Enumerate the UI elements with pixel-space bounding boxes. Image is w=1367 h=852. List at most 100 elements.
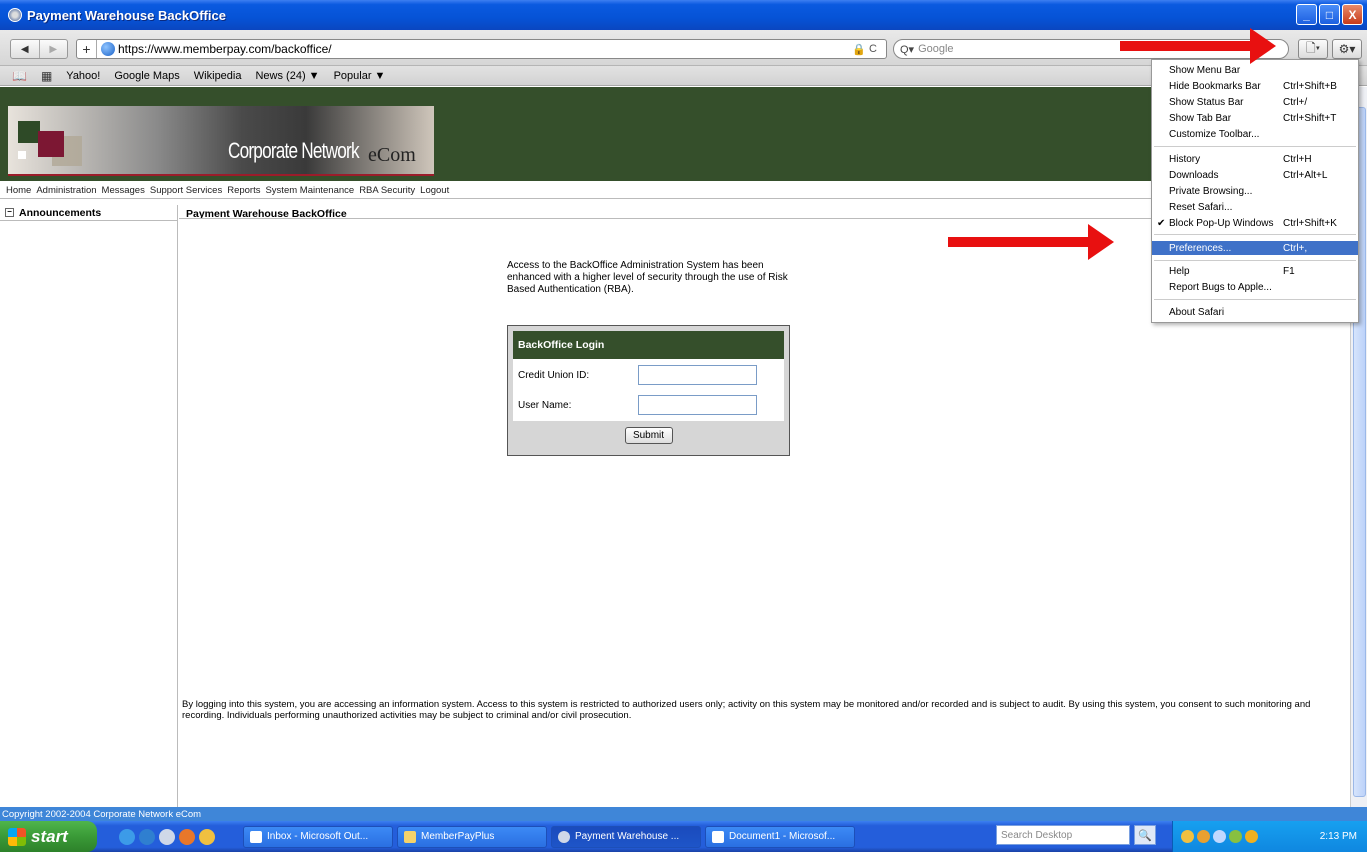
menu-show-status-bar[interactable]: Show Status Bar Ctrl+/ [1152,95,1358,109]
menu-hide-bookmarks-bar[interactable]: Hide Bookmarks Bar Ctrl+Shift+B [1152,79,1358,93]
reload-button[interactable]: C [866,43,880,55]
credit-union-id-input[interactable] [638,365,757,385]
web-page: Corporate Network eCom Home Administrati… [0,87,1350,807]
nav-system-maintenance[interactable]: System Maintenance [265,185,354,196]
minimize-button[interactable]: _ [1296,4,1317,25]
window-title: Payment Warehouse BackOffice [27,7,226,23]
window-title-bar[interactable]: Payment Warehouse BackOffice _ □ X [0,0,1367,30]
desktop-search-input[interactable]: Search Desktop [996,825,1130,845]
gear-menu-button[interactable]: ⚙▾ [1332,39,1362,59]
nav-support-services[interactable]: Support Services [150,185,222,196]
tray-outlook-icon[interactable] [1181,830,1194,843]
gear-dropdown-menu: Show Menu Bar Hide Bookmarks Bar Ctrl+Shi… [1151,59,1359,323]
task-inbox[interactable]: Inbox - Microsoft Out... [243,825,393,848]
bookmark-google-maps[interactable]: Google Maps [114,70,179,82]
quick-launch [119,828,215,845]
header-banner: Corporate Network eCom [0,87,1350,181]
menu-history[interactable]: History Ctrl+H [1152,152,1358,166]
red-arrow-to-gear [1120,28,1276,64]
word-icon [712,830,724,843]
url-text[interactable]: https://www.memberpay.com/backoffice/ [118,42,852,56]
menu-customize-toolbar[interactable]: Customize Toolbar... [1152,127,1358,141]
tray-network-icon[interactable] [1213,830,1226,843]
menu-about-safari[interactable]: About Safari [1152,305,1358,319]
nav-logout[interactable]: Logout [420,185,449,196]
ie2-icon[interactable] [139,828,155,845]
start-button[interactable]: start [0,821,97,852]
outlook-task-icon [250,830,262,843]
folder-icon [404,830,416,843]
top-sites-icon[interactable]: ▦ [41,69,52,83]
search-placeholder: Google [918,43,954,55]
nav-buttons: ◀ ▶ [10,39,68,59]
credit-union-id-label: Credit Union ID: [518,369,590,381]
nav-home[interactable]: Home [6,185,31,196]
submit-button[interactable]: Submit [624,427,673,444]
menu-separator [1154,234,1356,235]
desktop-search-button[interactable]: 🔍 [1134,825,1156,845]
top-navigation: Home Administration Messages Support Ser… [0,183,1350,199]
menu-preferences[interactable]: Preferences... Ctrl+, [1152,241,1358,255]
task-payment-warehouse[interactable]: Payment Warehouse ... [551,825,701,848]
logo: Corporate Network eCom [8,106,434,176]
nav-messages[interactable]: Messages [102,185,145,196]
menu-downloads[interactable]: Downloads Ctrl+Alt+L [1152,168,1358,182]
menu-separator [1154,146,1356,147]
status-bar: Copyright 2002-2004 Corporate Network eC… [0,807,1367,821]
menu-show-tab-bar[interactable]: Show Tab Bar Ctrl+Shift+T [1152,111,1358,125]
checkmark-icon: ✔ [1157,217,1166,229]
safari-icon [8,8,22,22]
maximize-button[interactable]: □ [1319,4,1340,25]
globe-icon [101,42,115,56]
bookmark-yahoo[interactable]: Yahoo! [66,70,100,82]
menu-separator [1154,299,1356,300]
windows-taskbar: start Inbox - Microsoft Out... MemberPay… [0,821,1367,852]
menu-separator [1154,260,1356,261]
bookmark-popular[interactable]: Popular ▼ [334,70,386,82]
tray-lock-icon[interactable] [1245,830,1258,843]
safari-quick-icon[interactable] [159,828,175,845]
user-name-input[interactable] [638,395,757,415]
nav-administration[interactable]: Administration [36,185,96,196]
outlook-icon[interactable] [199,828,215,845]
nav-reports[interactable]: Reports [227,185,260,196]
tray-app-icon[interactable] [1197,830,1210,843]
tray-volume-icon[interactable] [1229,830,1242,843]
firefox-icon[interactable] [179,828,195,845]
left-sidebar: − Announcements [0,205,178,807]
logo-ecom: eCom [368,144,416,166]
task-document1[interactable]: Document1 - Microsof... [705,825,855,848]
bookmark-wikipedia[interactable]: Wikipedia [194,70,242,82]
address-bar[interactable]: + https://www.memberpay.com/backoffice/ … [76,39,887,59]
task-memberpayplus[interactable]: MemberPayPlus [397,825,547,848]
logo-text: Corporate Network [228,138,360,163]
menu-report-bugs[interactable]: Report Bugs to Apple... [1152,280,1358,294]
lock-icon: 🔒 [852,43,866,56]
system-tray: 2:13 PM [1172,821,1367,852]
red-arrow-to-preferences [948,224,1114,260]
clock[interactable]: 2:13 PM [1320,831,1357,842]
announcements-header[interactable]: − Announcements [0,205,177,221]
menu-help[interactable]: Help F1 [1152,264,1358,278]
announcements-label: Announcements [19,206,102,219]
page-menu-button[interactable]: 🗋▾ [1298,39,1328,59]
safari-task-icon [558,830,570,843]
menu-reset-safari[interactable]: Reset Safari... [1152,200,1358,214]
user-name-label: User Name: [518,399,572,411]
book-icon[interactable]: 📖 [12,69,27,83]
collapse-icon[interactable]: − [5,208,14,217]
disclaimer-text: By logging into this system, you are acc… [182,699,1311,721]
login-panel: BackOffice Login Credit Union ID: User N… [507,325,790,456]
bookmark-news[interactable]: News (24) ▼ [255,70,319,82]
menu-private-browsing[interactable]: Private Browsing... [1152,184,1358,198]
menu-show-menu-bar[interactable]: Show Menu Bar [1152,63,1358,77]
nav-rba-security[interactable]: RBA Security [359,185,415,196]
close-button[interactable]: X [1342,4,1363,25]
search-icon: Q▾ [900,43,915,56]
back-button[interactable]: ◀ [11,40,39,58]
menu-block-popups[interactable]: ✔ Block Pop-Up Windows Ctrl+Shift+K [1152,216,1358,230]
ie-icon[interactable] [119,828,135,845]
forward-button[interactable]: ▶ [38,40,68,58]
add-bookmark-button[interactable]: + [77,40,97,58]
windows-logo-icon [8,827,26,846]
